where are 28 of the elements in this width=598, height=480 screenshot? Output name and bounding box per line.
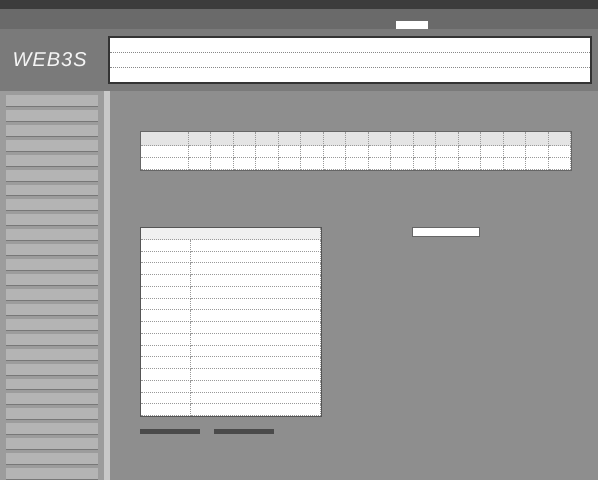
sidebar-item[interactable] <box>6 214 98 226</box>
sidebar-item[interactable] <box>6 288 98 301</box>
sidebar-item[interactable] <box>6 378 98 390</box>
sidebar-item[interactable] <box>6 393 98 406</box>
sidebar-item[interactable] <box>6 408 98 420</box>
input-field[interactable] <box>412 227 480 237</box>
sidebar-item[interactable] <box>6 184 98 196</box>
sidebar-item[interactable] <box>6 140 98 152</box>
sidebar-item[interactable] <box>6 154 98 167</box>
sidebar-item[interactable] <box>6 453 98 466</box>
sidebar-item[interactable] <box>6 274 98 286</box>
sidebar-item[interactable] <box>6 334 98 346</box>
sidebar-item[interactable] <box>6 199 98 212</box>
sidebar-item[interactable] <box>6 438 98 450</box>
sidebar-item[interactable] <box>6 95 98 107</box>
sidebar-item[interactable] <box>6 364 98 376</box>
sidebar-item[interactable] <box>6 124 98 137</box>
sidebar-item[interactable] <box>6 110 98 122</box>
sidebar-item[interactable] <box>6 244 98 256</box>
sidebar-item[interactable] <box>6 304 98 316</box>
sidebar-item[interactable] <box>6 348 98 361</box>
logo: WEB3S <box>11 48 89 72</box>
sidebar-item[interactable] <box>6 423 98 436</box>
sidebar-item[interactable] <box>6 259 98 272</box>
sidebar-item[interactable] <box>6 468 98 480</box>
sidebar-item[interactable] <box>6 170 98 182</box>
sidebar-item[interactable] <box>6 229 98 242</box>
sidebar-item[interactable] <box>6 318 98 331</box>
